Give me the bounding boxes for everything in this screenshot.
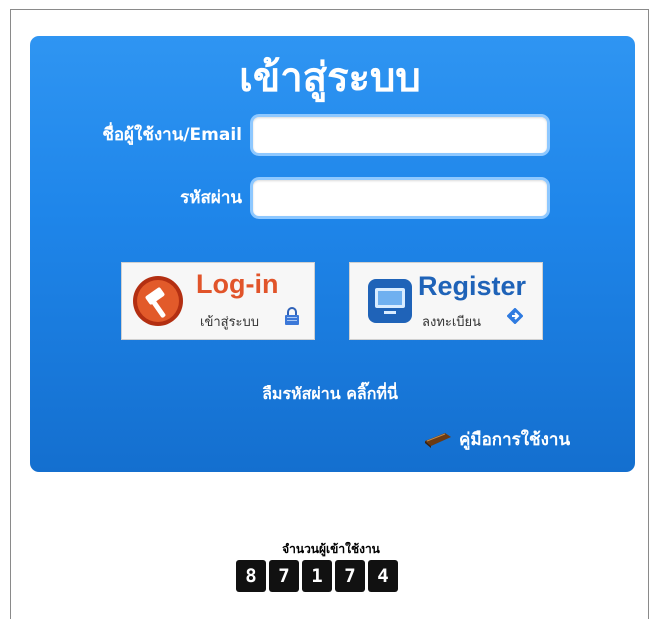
visitor-counter: 8 7 1 7 4	[236, 560, 398, 592]
password-label: รหัสผ่าน	[180, 188, 242, 208]
counter-digit: 1	[302, 560, 332, 592]
visitor-counter-label: จำนวนผู้เข้าใช้งาน	[282, 542, 380, 556]
username-label: ชื่อผู้ใช้งาน/Email	[102, 125, 242, 145]
login-button-label: Log-in	[196, 269, 279, 299]
register-button-label: Register	[418, 271, 527, 301]
login-button[interactable]: Log-in เข้าสู่ระบบ	[121, 262, 315, 340]
password-input[interactable]	[253, 180, 547, 216]
lock-icon	[285, 307, 299, 325]
username-field-box	[250, 114, 550, 156]
register-button-sublabel: ลงทะเบียน	[422, 315, 482, 330]
user-manual-link[interactable]: คู่มือการใช้งาน	[423, 426, 570, 453]
counter-digit: 4	[368, 560, 398, 592]
register-button[interactable]: Register ลงทะเบียน	[349, 262, 543, 340]
book-icon	[425, 433, 451, 448]
password-field-box	[250, 177, 550, 219]
counter-digit: 7	[335, 560, 365, 592]
username-input[interactable]	[253, 117, 547, 153]
login-button-sublabel: เข้าสู่ระบบ	[200, 315, 260, 330]
gavel-icon	[133, 276, 183, 326]
forgot-password-link[interactable]: ลืมรหัสผ่าน คลิ๊กที่นี่	[0, 382, 651, 407]
monitor-icon	[368, 279, 412, 323]
counter-digit: 8	[236, 560, 266, 592]
page-title: เข้าสู่ระบบ	[239, 55, 421, 101]
counter-digit: 7	[269, 560, 299, 592]
arrow-badge-icon	[507, 308, 523, 324]
user-manual-label: คู่มือการใช้งาน	[459, 430, 571, 450]
